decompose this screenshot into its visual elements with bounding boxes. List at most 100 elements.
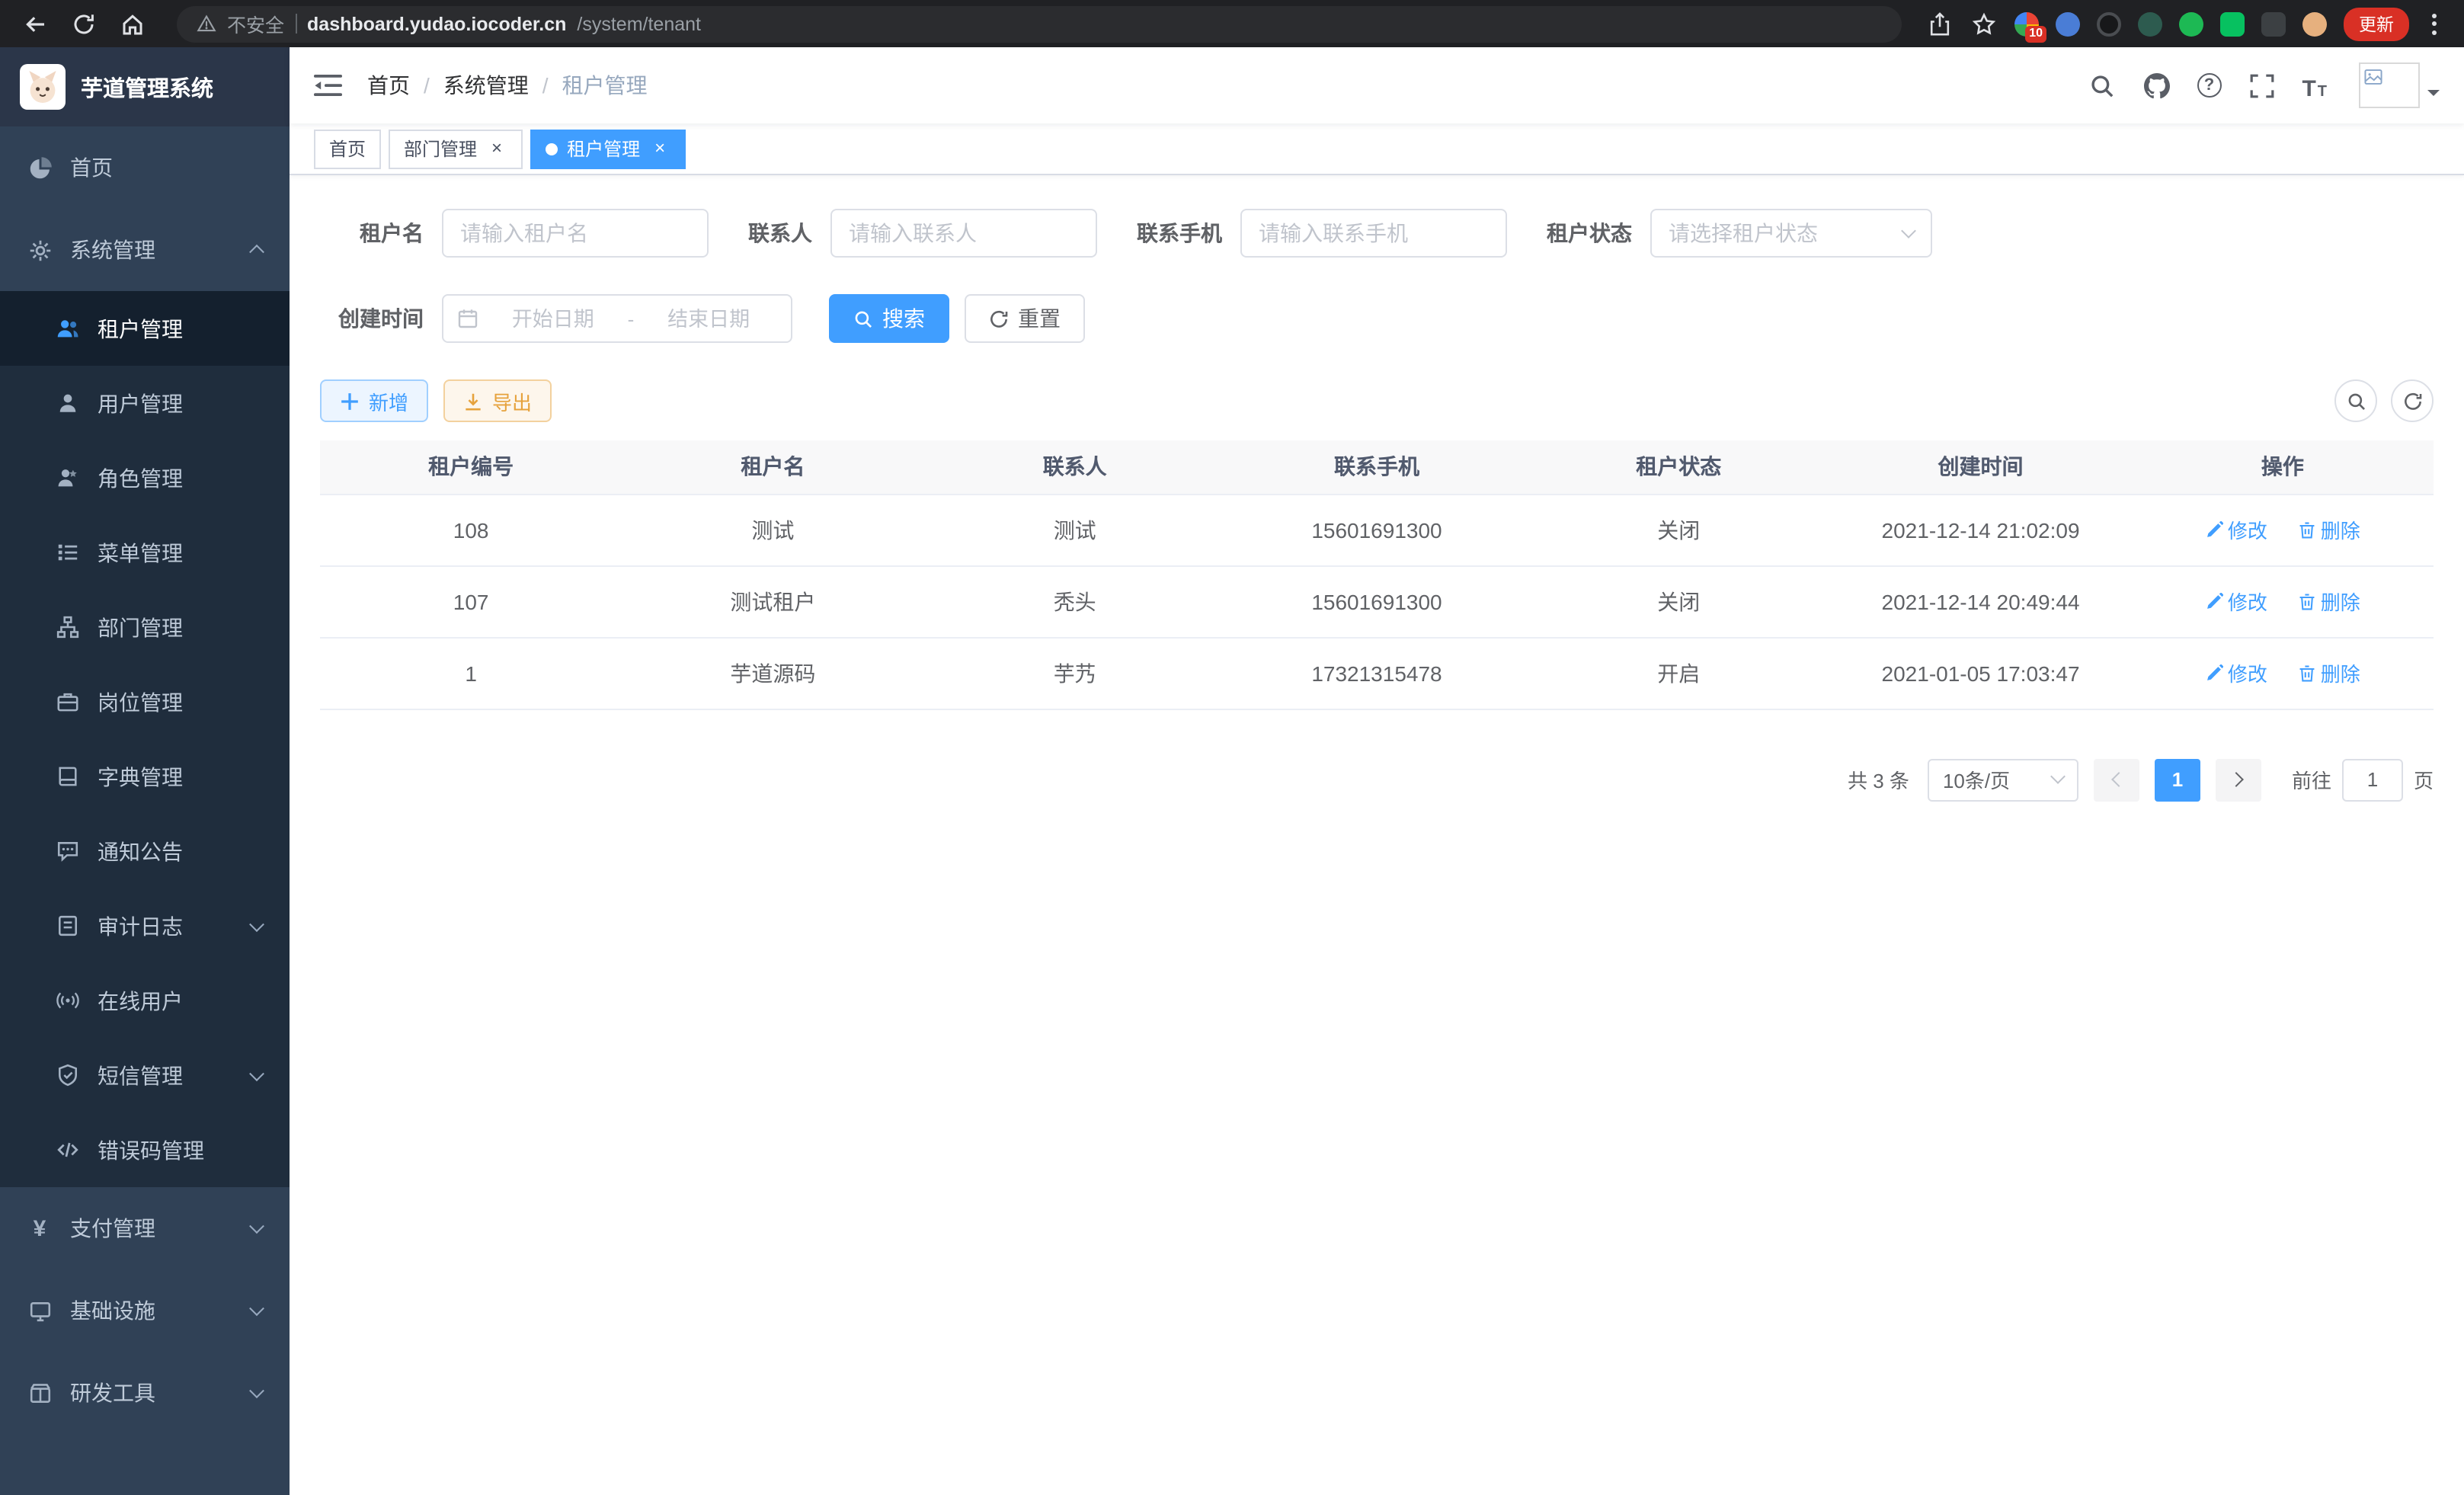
page-size-select[interactable]: 10条/页 (1928, 758, 2078, 801)
chrome-update-button[interactable]: 更新 (2344, 7, 2409, 40)
sidebar-item-notice[interactable]: 通知公告 (0, 814, 290, 888)
sidebar-item-audit-log[interactable]: 审计日志 (0, 888, 290, 963)
tab-close-icon[interactable]: × (649, 138, 670, 159)
sidebar-item-post[interactable]: 岗位管理 (0, 664, 290, 739)
cell-phone: 15601691300 (1226, 494, 1528, 565)
extension-icon-2[interactable] (2056, 11, 2080, 36)
search-button[interactable]: 搜索 (829, 294, 949, 343)
extension-badge: 10 (2025, 25, 2046, 42)
menu-label: 审计日志 (98, 911, 183, 941)
fullscreen-icon[interactable] (2247, 71, 2276, 100)
reset-button[interactable]: 重置 (965, 294, 1085, 343)
address-bar[interactable]: 不安全 dashboard.yudao.iocoder.cn/system/te… (177, 5, 1902, 42)
page-1-button[interactable]: 1 (2155, 758, 2200, 801)
user-avatar[interactable] (2359, 62, 2440, 108)
goto-label: 前往 (2292, 765, 2331, 794)
search-icon[interactable] (2087, 71, 2116, 100)
sidebar-item-system[interactable]: 系统管理 (0, 209, 290, 291)
menu-label: 短信管理 (98, 1060, 183, 1090)
cell-tenant-name: 测试 (622, 494, 923, 565)
back-icon[interactable] (21, 10, 49, 37)
add-button[interactable]: 新增 (320, 379, 428, 422)
tab-label: 首页 (329, 136, 366, 162)
cell-contact: 芋艿 (924, 637, 1226, 709)
goto-page-input[interactable] (2342, 758, 2403, 801)
profile-avatar-icon[interactable] (2302, 11, 2327, 36)
sidebar-item-home[interactable]: 首页 (0, 126, 290, 209)
tenant-icon (55, 316, 79, 341)
edit-link[interactable]: 修改 (2205, 658, 2267, 687)
sidebar-toggle-icon[interactable] (314, 72, 344, 99)
contact-field[interactable] (849, 221, 1079, 245)
tab-home[interactable]: 首页 (314, 129, 381, 168)
extension-icon-5[interactable] (2179, 11, 2203, 36)
sidebar-item-error-code[interactable]: 错误码管理 (0, 1112, 290, 1187)
home-icon[interactable] (119, 10, 146, 37)
edit-link[interactable]: 修改 (2205, 515, 2267, 544)
reload-icon[interactable] (70, 10, 98, 37)
extension-icon-4[interactable] (2138, 11, 2162, 36)
delete-link[interactable]: 删除 (2298, 658, 2360, 687)
toggle-search-button[interactable] (2334, 379, 2377, 422)
sidebar-item-online-user[interactable]: 在线用户 (0, 963, 290, 1038)
page-content: 租户名 联系人 联系手机 (290, 175, 2464, 1495)
contact-input[interactable] (830, 209, 1097, 258)
contact-label: 联系人 (748, 218, 812, 248)
next-page-button[interactable] (2216, 758, 2261, 801)
start-date-input[interactable] (485, 307, 622, 330)
sidebar-item-pay[interactable]: ¥ 支付管理 (0, 1187, 290, 1269)
edit-link[interactable]: 修改 (2205, 587, 2267, 616)
chevron-down-icon (2050, 769, 2066, 784)
extension-icon-7[interactable] (2261, 11, 2286, 36)
delete-link[interactable]: 删除 (2298, 515, 2360, 544)
tab-close-icon[interactable]: × (486, 138, 507, 159)
breadcrumb-item-home[interactable]: 首页 (367, 70, 410, 101)
sidebar: 芋道管理系统 首页 系统管理 租户管理 用户管理 (0, 47, 290, 1495)
refresh-table-button[interactable] (2391, 379, 2434, 422)
github-icon[interactable] (2142, 71, 2171, 100)
sidebar-item-sms[interactable]: 短信管理 (0, 1038, 290, 1112)
font-size-icon[interactable]: TT (2302, 71, 2327, 100)
bookmark-star-icon[interactable] (1970, 10, 1998, 37)
cell-status: 关闭 (1528, 494, 1829, 565)
end-date-input[interactable] (640, 307, 777, 330)
status-select-placeholder: 请选择租户状态 (1669, 218, 1818, 248)
tenant-name-input[interactable] (442, 209, 709, 258)
tenant-name-field[interactable] (460, 221, 690, 245)
prev-page-button[interactable] (2094, 758, 2139, 801)
menu-label: 通知公告 (98, 836, 183, 866)
sidebar-item-menu[interactable]: 菜单管理 (0, 515, 290, 590)
export-button[interactable]: 导出 (443, 379, 552, 422)
tab-tenant[interactable]: 租户管理 × (530, 129, 686, 168)
sidebar-item-role[interactable]: 角色管理 (0, 440, 290, 515)
tabs-bar: 首页 部门管理 × 租户管理 × (290, 123, 2464, 175)
chrome-menu-icon[interactable] (2426, 10, 2443, 37)
sidebar-item-dict[interactable]: 字典管理 (0, 739, 290, 814)
help-icon[interactable]: ? (2197, 73, 2221, 98)
phone-input[interactable] (1240, 209, 1507, 258)
yen-icon: ¥ (27, 1216, 52, 1240)
user-icon (55, 391, 79, 415)
sidebar-item-dev-tool[interactable]: 研发工具 (0, 1352, 290, 1434)
extension-icon-3[interactable] (2097, 11, 2121, 36)
extension-icon-6[interactable] (2220, 11, 2245, 36)
share-icon[interactable] (1926, 10, 1954, 37)
sidebar-item-user[interactable]: 用户管理 (0, 366, 290, 440)
sidebar-item-dept[interactable]: 部门管理 (0, 590, 290, 664)
sidebar-item-tenant[interactable]: 租户管理 (0, 291, 290, 366)
tab-dept[interactable]: 部门管理 × (389, 129, 523, 168)
menu-label: 研发工具 (70, 1378, 155, 1408)
phone-field[interactable] (1259, 221, 1489, 245)
menu-label: 系统管理 (70, 235, 155, 265)
tab-label: 部门管理 (404, 136, 477, 162)
status-select[interactable]: 请选择租户状态 (1650, 209, 1932, 258)
create-time-label: 创建时间 (320, 303, 424, 334)
cell-tenant-name: 测试租户 (622, 565, 923, 637)
create-time-range-input[interactable]: - (442, 294, 792, 343)
delete-link[interactable]: 删除 (2298, 587, 2360, 616)
menu-label: 岗位管理 (98, 687, 183, 717)
breadcrumb-item-system[interactable]: 系统管理 (443, 70, 529, 101)
sidebar-item-infra[interactable]: 基础设施 (0, 1269, 290, 1352)
cell-created: 2021-01-05 17:03:47 (1829, 637, 2131, 709)
extension-icon-1[interactable]: 10 (2014, 11, 2039, 36)
